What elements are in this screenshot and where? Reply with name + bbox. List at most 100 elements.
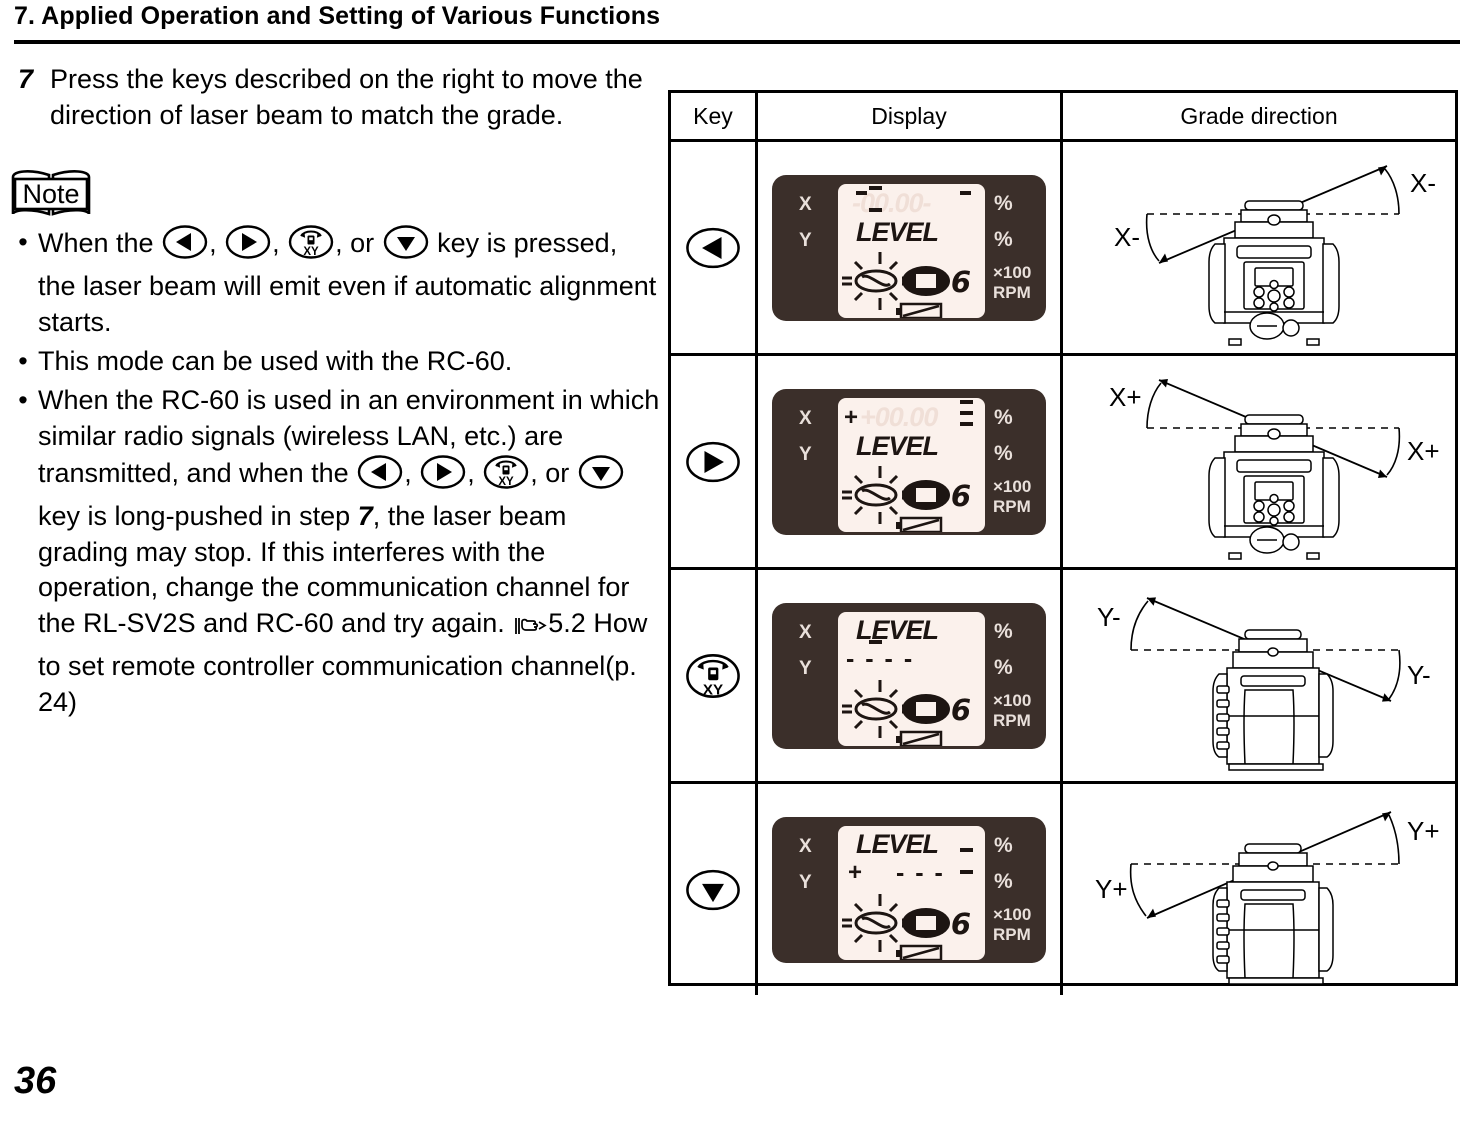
lcd-bottom-cluster: 6 xyxy=(838,678,985,747)
key-cell: XY xyxy=(671,570,758,781)
display-cell: X Y % % ×100 RPM + +00.00 LEVEL 6 xyxy=(758,356,1063,567)
lcd-percent-x: % xyxy=(994,833,1013,857)
list-item: • When the , , XY, or key is pressed, th… xyxy=(8,225,660,341)
grade-label-right: Y- xyxy=(1407,660,1431,690)
lcd-screen: + +00.00 LEVEL 6 xyxy=(838,397,985,533)
table-row: X Y % % ×100 RPM LEVEL + - - - 6 Y+ Y+ xyxy=(671,784,1455,995)
bullet-marker: • xyxy=(18,384,28,415)
lcd-rpm-label: RPM xyxy=(993,924,1031,944)
lcd-bottom-cluster: 6 xyxy=(838,892,985,961)
svg-text:XY: XY xyxy=(703,681,723,698)
laser-device-front-illustration xyxy=(1208,413,1340,560)
lcd-screen: LEVEL + - - - 6 xyxy=(838,825,985,961)
lcd-panel: X Y % % ×100 RPM LEVEL - - - - 6 xyxy=(772,602,1046,749)
note-3-seg-d: , or xyxy=(530,457,577,488)
lcd-y-label: Y xyxy=(799,443,812,465)
grade-label-left: X- xyxy=(1114,222,1140,252)
key-cell xyxy=(671,142,758,353)
left-arrow-key-icon xyxy=(162,225,208,269)
grade-direction-cell: Y- Y- xyxy=(1063,570,1455,781)
right-arrow-key-icon[interactable] xyxy=(685,441,741,483)
display-cell: X Y % % ×100 RPM LEVEL + - - - 6 xyxy=(758,784,1063,995)
page-header: 7. Applied Operation and Setting of Vari… xyxy=(14,2,1460,31)
list-item: • When the RC-60 is used in an environme… xyxy=(8,383,660,721)
lcd-row1-blink-marks xyxy=(856,185,971,212)
note-1-seg-a: When the xyxy=(38,228,162,259)
table-header-row: Key Display Grade direction xyxy=(671,93,1455,142)
key-cell xyxy=(671,356,758,567)
left-content-column: 7 Press the keys described on the right … xyxy=(8,62,660,724)
lcd-x-label: X xyxy=(799,407,812,429)
left-arrow-key-icon xyxy=(357,454,403,499)
column-header-key: Key xyxy=(671,93,758,139)
lcd-rpm-label: RPM xyxy=(993,282,1031,302)
lcd-x100-label: ×100 xyxy=(993,476,1032,496)
lcd-x-label: X xyxy=(799,835,812,857)
lcd-bottom-cluster: 6 xyxy=(838,250,985,319)
lcd-row1-blink-marks xyxy=(960,399,973,426)
grade-direction-table: Key Display Grade direction X Y % % ×100… xyxy=(668,90,1458,995)
down-arrow-key-icon[interactable] xyxy=(685,869,741,911)
lcd-percent-x: % xyxy=(994,191,1013,215)
grade-diagram-front-x-plus: X+ X+ xyxy=(1109,378,1440,560)
grade-diagram-front-x-minus: X- X- xyxy=(1114,164,1436,346)
lcd-panel: X Y % % ×100 RPM + +00.00 LEVEL 6 xyxy=(772,388,1046,535)
xy-key-icon: XY xyxy=(288,225,334,269)
grade-direction-cell: X+ X+ xyxy=(1063,356,1455,567)
table-row: X Y % % ×100 RPM -00.00- LEVEL 6 X- X- xyxy=(671,142,1455,356)
pointing-hand-icon xyxy=(513,613,547,649)
lcd-x-label: X xyxy=(799,621,812,643)
grade-label-left: X+ xyxy=(1109,382,1142,412)
laser-device-side-illustration xyxy=(1212,628,1334,771)
display-cell: X Y % % ×100 RPM -00.00- LEVEL 6 xyxy=(758,142,1063,353)
lcd-percent-y: % xyxy=(994,227,1013,251)
lcd-rotation-speed: 6 xyxy=(951,265,971,299)
grade-diagram-side-y-plus: Y+ Y+ xyxy=(1095,810,1440,985)
right-arrow-key-icon xyxy=(225,225,271,269)
svg-text:XY: XY xyxy=(303,246,319,258)
lcd-row2-blink-marks xyxy=(869,639,882,644)
lcd-x-label: X xyxy=(799,193,812,215)
grade-direction-cell: X- X- xyxy=(1063,142,1455,353)
step-number: 7 xyxy=(18,64,34,94)
note-book-icon: Note xyxy=(11,170,91,217)
bullet-marker: • xyxy=(18,227,28,258)
note-3-seg-c: , xyxy=(467,457,483,488)
column-header-grade-direction: Grade direction xyxy=(1180,102,1338,129)
lcd-percent-x: % xyxy=(994,619,1013,643)
lcd-x100-label: ×100 xyxy=(993,262,1032,282)
note-1-seg-b: , xyxy=(209,228,225,259)
table-row: XY X Y % % ×100 RPM LEVEL - - - - 6 Y- Y… xyxy=(671,570,1455,784)
lcd-row2-blink-marks xyxy=(960,847,973,874)
step-text: Press the keys described on the right to… xyxy=(50,64,643,130)
left-arrow-key-icon[interactable] xyxy=(685,227,741,269)
lcd-x100-label: ×100 xyxy=(993,690,1032,710)
xy-key-icon[interactable]: XY xyxy=(685,652,741,700)
lcd-row2-value: LEVEL xyxy=(856,216,939,247)
lcd-row2-value: LEVEL xyxy=(856,430,939,461)
key-cell xyxy=(671,784,758,995)
lcd-percent-y: % xyxy=(994,869,1013,893)
note-item-1-text: When the , , XY, or key is pressed, the … xyxy=(38,225,660,341)
note-item-3-text: When the RC-60 is used in an environment… xyxy=(38,383,660,721)
note-1-seg-c: , xyxy=(272,228,288,259)
lcd-y-label: Y xyxy=(799,229,812,251)
grade-diagram-side-y-minus: Y- Y- xyxy=(1097,596,1431,771)
display-cell: X Y % % ×100 RPM LEVEL - - - - 6 xyxy=(758,570,1063,781)
page-number: 36 xyxy=(14,1060,57,1102)
grade-label-right: X+ xyxy=(1407,436,1440,466)
bullet-marker: • xyxy=(18,345,28,376)
lcd-screen: -00.00- LEVEL 6 xyxy=(838,183,985,319)
grade-label-left: Y- xyxy=(1097,602,1121,632)
down-arrow-key-icon xyxy=(383,225,429,269)
column-header-display: Display xyxy=(758,93,1063,139)
note-item-2-text: This mode can be used with the RC-60. xyxy=(38,345,513,376)
grade-label-right: Y+ xyxy=(1407,816,1440,846)
lcd-percent-y: % xyxy=(994,655,1013,679)
down-arrow-key-icon xyxy=(578,454,624,499)
lcd-rotation-speed: 6 xyxy=(951,693,971,727)
right-arrow-key-icon xyxy=(420,454,466,499)
lcd-bottom-cluster: 6 xyxy=(838,464,985,533)
lcd-panel: X Y % % ×100 RPM -00.00- LEVEL 6 xyxy=(772,174,1046,321)
lcd-percent-y: % xyxy=(994,441,1013,465)
